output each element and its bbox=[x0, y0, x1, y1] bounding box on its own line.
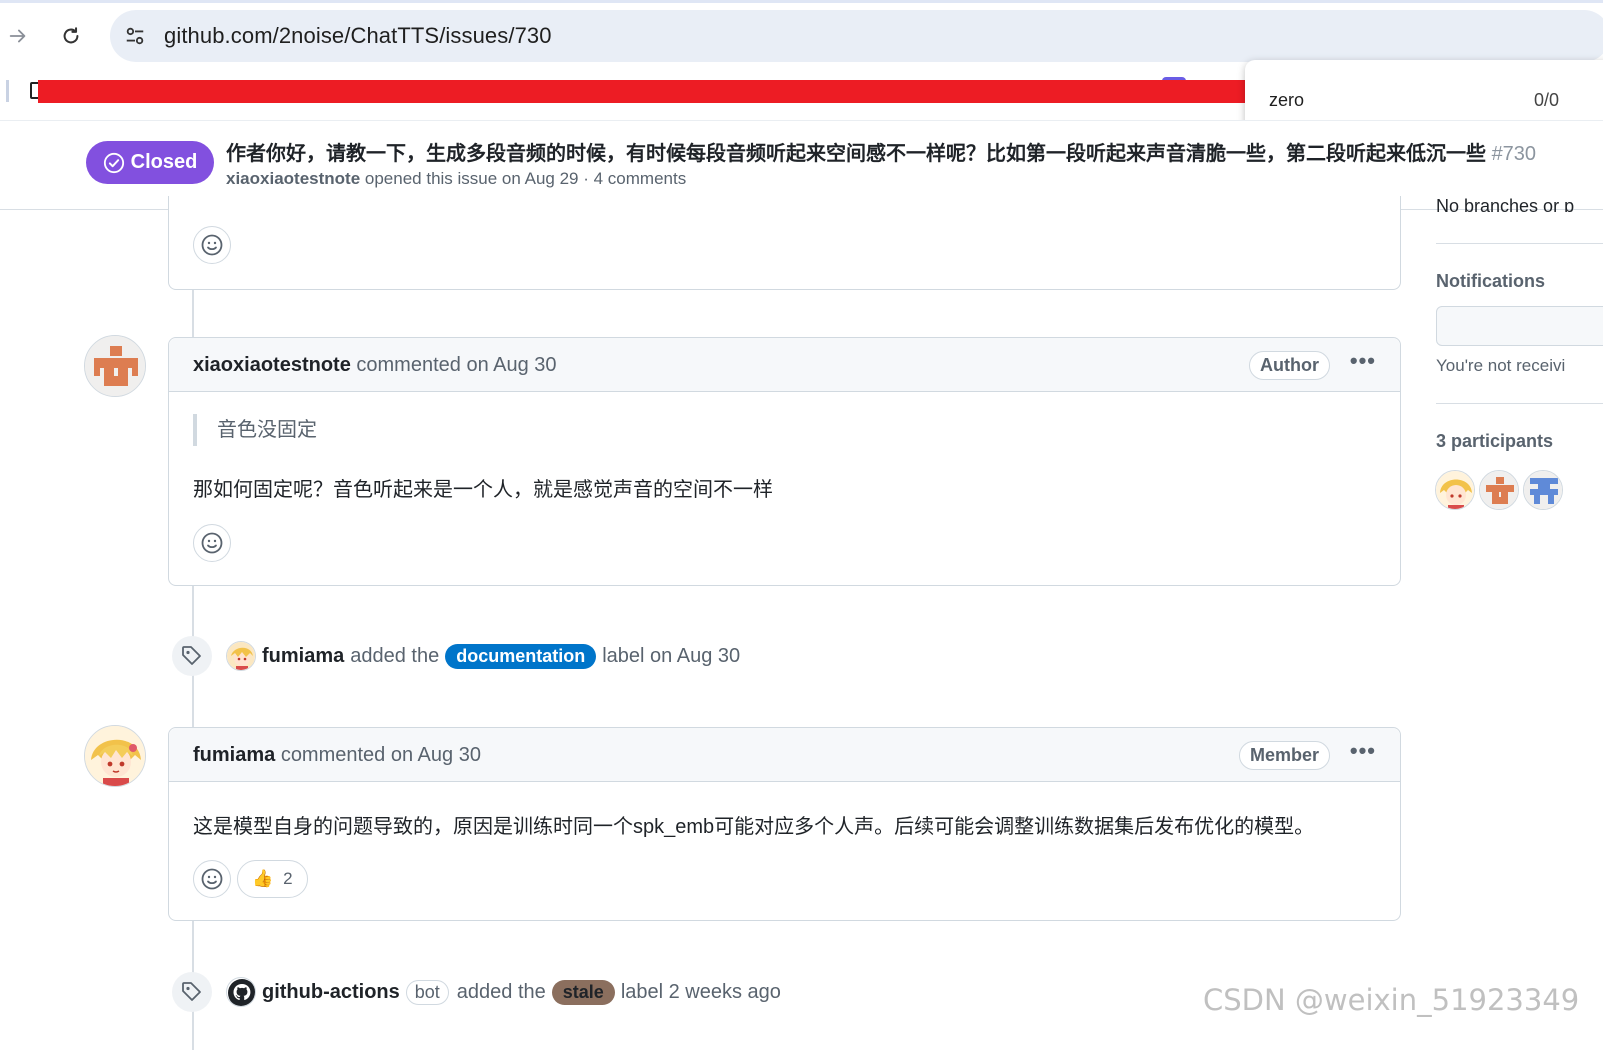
bot-badge: bot bbox=[405, 979, 449, 1005]
issue-status-label: Closed bbox=[130, 151, 198, 173]
participant-avatar[interactable] bbox=[1435, 470, 1475, 510]
comment-box: fumiama commented on Aug 30 Member ••• 这… bbox=[168, 727, 1401, 921]
timeline-label-event: fumiama added the documentation label on… bbox=[172, 636, 740, 676]
event-actor-link[interactable]: fumiama bbox=[262, 645, 344, 668]
avatar[interactable] bbox=[226, 641, 256, 671]
participant-avatar[interactable] bbox=[1479, 470, 1519, 510]
url-text[interactable]: github.com/2noise/ChatTTS/issues/730 bbox=[164, 23, 552, 49]
site-info-icon[interactable] bbox=[122, 23, 148, 49]
redaction-bar bbox=[38, 80, 1248, 103]
issue-title: 作者你好，请教一下，生成多段音频的时候，有时候每段音频听起来空间感不一样呢？比如… bbox=[226, 137, 1536, 166]
sidebar-divider bbox=[1436, 243, 1603, 244]
notifications-heading: Notifications bbox=[1436, 271, 1546, 291]
comment-body: 这是模型自身的问题导致的，原因是训练时同一个spk_emb可能对应多个人声。后续… bbox=[193, 816, 1315, 838]
comment-options-button[interactable]: ••• bbox=[1350, 738, 1376, 764]
reaction-count: 2 bbox=[283, 869, 293, 888]
participant-avatar[interactable] bbox=[1523, 470, 1563, 510]
event-text: label on Aug 30 bbox=[602, 644, 741, 667]
notifications-note: You're not receivi bbox=[1436, 356, 1566, 375]
event-text: added the bbox=[350, 644, 440, 667]
comment-header: xiaoxiaotestnote commented on Aug 30 Aut… bbox=[169, 338, 1400, 392]
thumbs-up-reaction[interactable]: 👍 2 bbox=[237, 860, 308, 898]
github-icon[interactable] bbox=[226, 977, 256, 1007]
bookmarks-bar-edge bbox=[6, 80, 9, 102]
sidebar-divider bbox=[1436, 403, 1603, 404]
smiley-icon bbox=[201, 868, 223, 890]
issue-opener-link[interactable]: xiaoxiaotestnote bbox=[226, 169, 360, 188]
comment-author-link[interactable]: xiaoxiaotestnote bbox=[193, 354, 351, 376]
development-text: No branches or p bbox=[1436, 196, 1575, 212]
comment-author-link[interactable]: fumiama bbox=[193, 744, 275, 766]
subscribe-button[interactable] bbox=[1436, 306, 1603, 346]
check-circle-icon bbox=[103, 152, 124, 173]
tag-icon bbox=[172, 636, 212, 676]
previous-comment-tail bbox=[168, 196, 1401, 290]
issue-status-badge: Closed bbox=[86, 141, 214, 184]
event-actor-link[interactable]: github-actions bbox=[262, 981, 400, 1004]
identicon bbox=[85, 336, 145, 396]
comment-options-button[interactable]: ••• bbox=[1350, 348, 1376, 374]
reload-button[interactable] bbox=[53, 18, 89, 54]
add-reaction-button[interactable] bbox=[193, 226, 231, 264]
timeline-label-event: github-actions bot added the stale label… bbox=[172, 972, 781, 1012]
author-badge: Author bbox=[1249, 351, 1330, 380]
anime-avatar bbox=[85, 726, 145, 786]
label-documentation[interactable]: documentation bbox=[445, 643, 597, 669]
comment-author-line: xiaoxiaotestnote commented on Aug 30 bbox=[193, 354, 557, 377]
browser-top-edge bbox=[0, 0, 1603, 3]
smiley-icon bbox=[201, 234, 223, 256]
comment-author-line: fumiama commented on Aug 30 bbox=[193, 744, 481, 767]
tag-icon bbox=[172, 972, 212, 1012]
address-bar[interactable]: github.com/2noise/ChatTTS/issues/730 bbox=[110, 10, 1603, 62]
avatar[interactable] bbox=[84, 725, 146, 787]
smiley-icon bbox=[201, 532, 223, 554]
member-badge: Member bbox=[1238, 741, 1330, 770]
issue-number: #730 bbox=[1491, 143, 1537, 165]
avatar[interactable] bbox=[84, 335, 146, 397]
issue-opened-text: opened this issue on Aug 29 · 4 comments bbox=[364, 169, 687, 188]
comment-body: 那如何固定呢？音色听起来是一个人，就是感觉声音的空间不一样 bbox=[193, 479, 773, 501]
comment-timestamp[interactable]: commented on Aug 30 bbox=[281, 744, 481, 766]
comment-box: xiaoxiaotestnote commented on Aug 30 Aut… bbox=[168, 337, 1401, 586]
issue-title-text: 作者你好，请教一下，生成多段音频的时候，有时候每段音频听起来空间感不一样呢？比如… bbox=[226, 143, 1486, 165]
forward-button[interactable] bbox=[0, 18, 36, 54]
event-text: added the bbox=[456, 980, 546, 1003]
comment-quote: 音色没固定 bbox=[193, 414, 317, 446]
event-text: label 2 weeks ago bbox=[620, 980, 781, 1003]
participants-heading: 3 participants bbox=[1436, 431, 1554, 451]
find-input[interactable]: zero bbox=[1269, 90, 1304, 111]
find-match-count: 0/0 bbox=[1533, 90, 1559, 110]
thumbs-up-icon: 👍 bbox=[252, 869, 274, 888]
add-reaction-button[interactable] bbox=[193, 860, 231, 898]
watermark: CSDN @weixin_51923349 bbox=[1203, 983, 1580, 1017]
reload-icon bbox=[63, 27, 79, 44]
comment-timestamp[interactable]: commented on Aug 30 bbox=[356, 354, 556, 376]
arrow-right-icon bbox=[9, 29, 26, 43]
issue-meta: xiaoxiaotestnote opened this issue on Au… bbox=[226, 169, 686, 189]
label-stale[interactable]: stale bbox=[551, 979, 615, 1005]
comment-header: fumiama commented on Aug 30 Member ••• bbox=[169, 728, 1400, 782]
add-reaction-button[interactable] bbox=[193, 524, 231, 562]
